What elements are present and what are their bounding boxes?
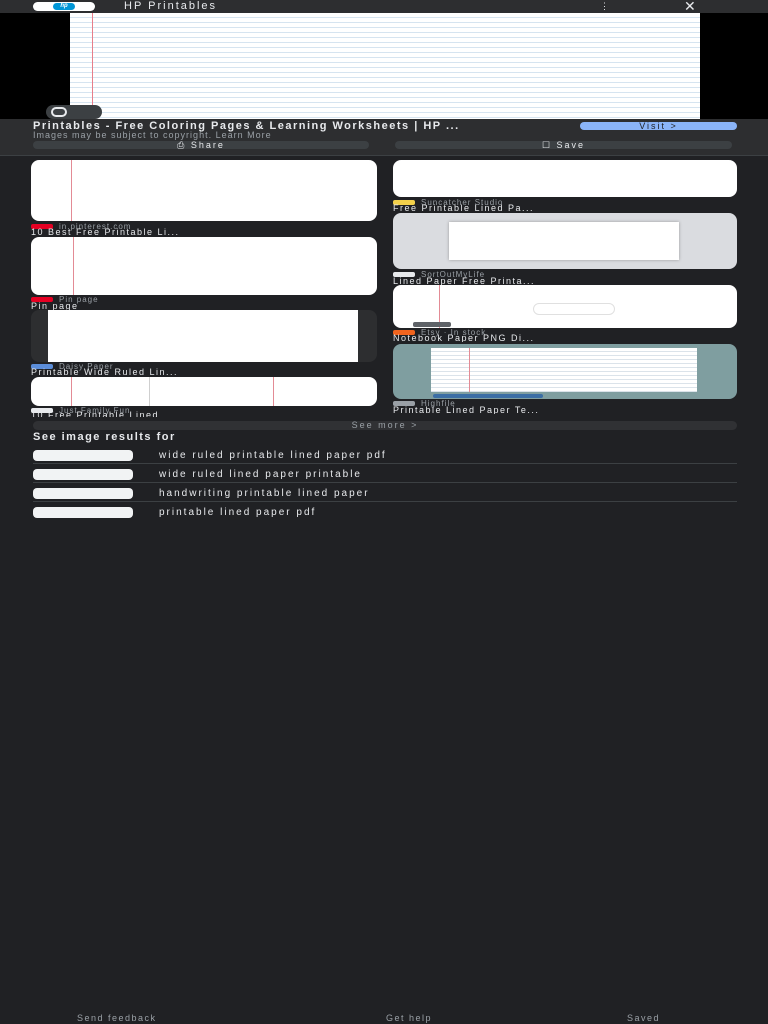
save-button[interactable]: ☐ Save xyxy=(395,140,732,150)
share-button[interactable]: ⎙ Share xyxy=(33,140,369,150)
image-card[interactable]: Suncatcher Studio Free Printable Lined P… xyxy=(393,160,737,212)
related-thumbnail xyxy=(33,507,133,518)
hp-logo-icon: hp xyxy=(53,3,75,10)
save-label: Save xyxy=(556,140,586,150)
card-thumbnail[interactable] xyxy=(393,285,737,328)
related-search-item[interactable]: wide ruled printable lined paper pdf xyxy=(33,448,737,464)
card-thumbnail[interactable] xyxy=(393,344,737,399)
related-search-item[interactable]: wide ruled lined paper printable xyxy=(33,467,737,483)
thumb-toolbar xyxy=(433,394,543,398)
card-thumbnail[interactable] xyxy=(31,237,377,295)
thumb-margin-line xyxy=(71,377,72,406)
image-preview xyxy=(0,13,768,119)
related-search-item[interactable]: printable lined paper pdf xyxy=(33,505,737,520)
related-thumbnail xyxy=(33,450,133,461)
result-info-panel: Printables - Free Coloring Pages & Learn… xyxy=(0,119,768,156)
thumb-margin-line xyxy=(273,377,274,406)
thumb-label xyxy=(413,322,451,327)
close-icon[interactable]: ✕ xyxy=(684,0,696,13)
card-caption: Lined Paper Free Printa... xyxy=(393,277,536,285)
card-caption: Free Printable Lined Pa... xyxy=(393,204,535,212)
see-more-button[interactable]: See more > xyxy=(33,421,737,430)
thumb-watermark xyxy=(533,303,615,315)
share-label: Share xyxy=(190,140,225,150)
card-thumbnail[interactable] xyxy=(31,377,377,406)
related-search-text: wide ruled lined paper printable xyxy=(159,469,362,480)
lens-button[interactable] xyxy=(46,105,102,119)
related-thumbnail xyxy=(33,469,133,480)
card-thumbnail[interactable] xyxy=(31,160,377,221)
thumb-paper xyxy=(431,348,697,392)
card-caption: Printable Wide Ruled Lin... xyxy=(31,368,179,376)
thumb-paper xyxy=(449,222,679,260)
share-icon: ⎙ xyxy=(177,140,191,150)
related-search-text: printable lined paper pdf xyxy=(159,507,317,518)
saved-link[interactable]: Saved xyxy=(627,1013,660,1023)
card-thumbnail[interactable] xyxy=(393,213,737,269)
thumb-margin-line xyxy=(73,237,74,295)
preview-image[interactable] xyxy=(70,13,700,119)
image-card[interactable]: in.pinterest.com 10 Best Free Printable … xyxy=(31,160,377,236)
related-search-text: handwriting printable lined paper xyxy=(159,488,370,499)
card-thumbnail[interactable] xyxy=(393,160,737,197)
card-caption: Notebook Paper PNG Di... xyxy=(393,334,535,342)
send-feedback-link[interactable]: Send feedback xyxy=(77,1013,157,1023)
copyright-note: Images may be subject to copyright. Lear… xyxy=(33,130,272,140)
top-bar: hp HP Printables ⋮ ✕ xyxy=(0,0,768,13)
card-caption: Printable Lined Paper Te... xyxy=(393,406,540,414)
image-card[interactable]: Daisy Paper Printable Wide Ruled Lin... xyxy=(31,310,377,376)
image-card[interactable]: Just Family Fun 10 Free Printable Lined … xyxy=(31,377,377,417)
preview-margin-line xyxy=(92,13,93,119)
thumb-margin-line xyxy=(149,377,150,406)
image-card[interactable]: Etsy · In stock Notebook Paper PNG Di... xyxy=(393,285,737,343)
get-help-link[interactable]: Get help xyxy=(386,1013,432,1023)
footer: Send feedback Get help Saved xyxy=(0,1012,768,1024)
visit-button[interactable]: Visit > xyxy=(580,122,737,131)
related-heading: See image results for xyxy=(33,431,176,443)
image-card[interactable]: SortOutMyLife Lined Paper Free Printa... xyxy=(393,213,737,285)
thumb-margin-line xyxy=(71,160,72,221)
image-card[interactable]: Highfile Printable Lined Paper Te... xyxy=(393,344,737,416)
card-caption: 10 Free Printable Lined ... xyxy=(31,411,176,417)
divider xyxy=(0,155,768,156)
related-thumbnail xyxy=(33,488,133,499)
related-search-item[interactable]: handwriting printable lined paper xyxy=(33,486,737,502)
related-search-text: wide ruled printable lined paper pdf xyxy=(159,450,387,461)
card-caption: Pin page xyxy=(31,302,79,310)
lens-icon xyxy=(51,107,67,117)
bookmark-icon: ☐ xyxy=(541,140,557,150)
more-vert-icon[interactable]: ⋮ xyxy=(600,2,609,11)
image-card[interactable]: Pin page Pin page xyxy=(31,237,377,310)
site-title[interactable]: HP Printables xyxy=(124,0,217,13)
thumb-paper xyxy=(48,310,358,362)
thumb-margin-line xyxy=(469,348,470,392)
card-thumbnail[interactable] xyxy=(31,310,377,362)
site-logo-pill[interactable]: hp xyxy=(33,2,95,11)
card-caption: 10 Best Free Printable Li... xyxy=(31,228,180,236)
